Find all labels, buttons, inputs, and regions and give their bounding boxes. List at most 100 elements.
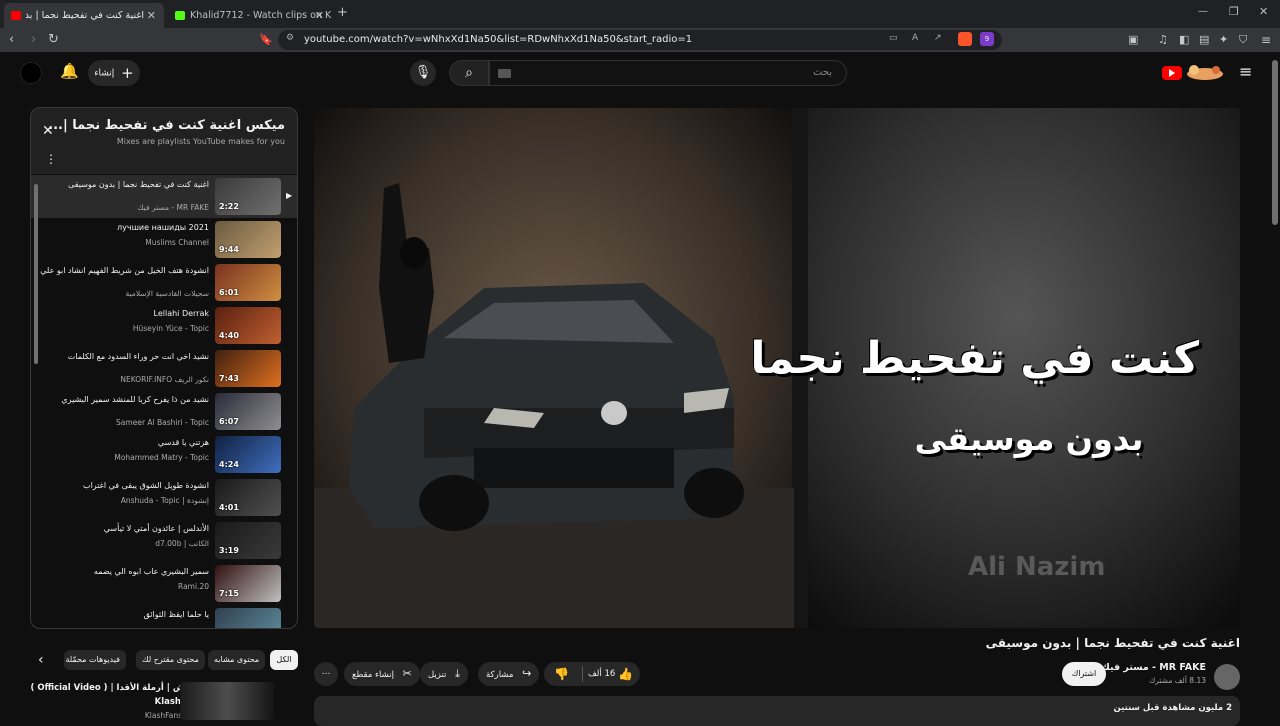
- playlist-item[interactable]: 4:01 انشودة طويل الشوق يبقى في اغتراب Ansh…: [31, 476, 297, 519]
- playlist-item[interactable]: 4:40 Lellahi Derrak Hüseyin Yüce - Topic: [31, 304, 297, 347]
- share-button[interactable]: مشاركة ↪: [478, 662, 540, 686]
- channel-avatar[interactable]: [1214, 664, 1240, 690]
- playlist-item-title: نشيد اخي انت حر وراء السدود مع الكلمات: [67, 352, 209, 361]
- view-count: 2 مليون مشاهدة قبل سنتين: [1113, 703, 1232, 713]
- notifications-icon[interactable]: 🔔: [60, 62, 79, 80]
- search-placeholder: بحث: [812, 67, 832, 78]
- close-window-icon[interactable]: ✕: [1259, 5, 1268, 18]
- more-actions-button[interactable]: ⋯: [314, 662, 338, 686]
- create-label: إنشاء: [94, 68, 115, 79]
- create-button[interactable]: إنشاء +: [88, 60, 140, 86]
- chip-all[interactable]: الكل: [270, 650, 298, 670]
- playlist-item-thumbnail[interactable]: [215, 608, 281, 628]
- playlist-item-duration: 2:22: [219, 202, 239, 211]
- download-icon: ⤓: [455, 667, 461, 680]
- playlist-item[interactable]: 7:15 سمير البشيري عاب ابوه الي يضمه Rami.2…: [31, 562, 297, 605]
- site-info-icon[interactable]: ⚙: [286, 33, 294, 43]
- playlist-item[interactable]: يا حلما ايقظ الثوائق: [31, 605, 297, 628]
- tab-kick[interactable]: Khalid7712 - Watch clips on Kick ✕: [168, 3, 332, 28]
- playlist-item-title: лучшие нашиды 2021: [117, 223, 209, 232]
- bookmark-icon[interactable]: 🔖: [259, 28, 273, 52]
- close-tab-icon[interactable]: ✕: [315, 9, 324, 22]
- search-input[interactable]: بحث: [489, 60, 847, 86]
- playlist-subtitle: Mixes are playlists YouTube makes for yo…: [116, 137, 285, 146]
- brave-rewards-icon[interactable]: 9: [980, 32, 994, 46]
- playlist-item-channel: سجيلات القادسية الإسلامية: [125, 289, 209, 298]
- menu-icon[interactable]: ≡: [1261, 28, 1271, 52]
- playlist-item[interactable]: ▶ 2:22 اغنية كنت في تفحيط نجما | بدون موسي…: [31, 175, 297, 218]
- playlist-item-duration: 4:01: [219, 503, 239, 512]
- reload-icon[interactable]: ↻: [48, 28, 59, 52]
- new-tab-button[interactable]: +: [337, 5, 348, 20]
- url-field[interactable]: ⚙ youtube.com/watch?v=wNhxXd1Na50&list=R…: [278, 30, 1002, 50]
- next-video-card[interactable]: كلاش | أرملة الأقدا | ( Official Video )…: [30, 680, 298, 720]
- playlist-item-title: انشودة طويل الشوق يبقى في اغتراب: [83, 481, 209, 490]
- plus-icon: +: [121, 64, 134, 82]
- like-button[interactable]: 👍: [618, 662, 633, 686]
- doodle-logo-icon[interactable]: [1184, 62, 1226, 82]
- page-scrollbar[interactable]: [1272, 60, 1278, 225]
- restore-icon[interactable]: ❐: [1229, 5, 1239, 18]
- share-label: مشاركة: [486, 670, 514, 680]
- guide-menu-icon[interactable]: ≡: [1239, 62, 1252, 81]
- playlist-title[interactable]: ميكس اغنية كنت في تفحيط نجما |...: [48, 118, 285, 133]
- next-video-title: كلاش | أرملة الأقدا | ( Official Video ): [30, 683, 196, 693]
- video-player[interactable]: كنت في تفحيط نجما بدون موسيقى Ali Nazim: [314, 108, 1240, 628]
- avatar[interactable]: [20, 62, 42, 84]
- forward-icon[interactable]: ›: [31, 28, 36, 52]
- cast-icon[interactable]: ▭: [889, 33, 898, 43]
- playlist-item-title: يا حلما ايقظ الثوائق: [143, 610, 209, 619]
- playlist-item[interactable]: 9:44 лучшие нашиды 2021 Muslims Channel: [31, 218, 297, 261]
- playlist-item-channel: Mohammed Matry - Topic: [114, 453, 209, 462]
- more-options-icon[interactable]: ⋮: [45, 152, 57, 166]
- dislike-button[interactable]: 👎: [554, 662, 569, 686]
- playlist-item[interactable]: 4:24 هزتني يا قدسي Mohammed Matry - Topic: [31, 433, 297, 476]
- chip-recent[interactable]: فيديوهات محمّلة مؤخرًا: [64, 650, 126, 670]
- share-icon[interactable]: ↗: [934, 33, 942, 43]
- subscribe-button[interactable]: اشتراك: [1062, 662, 1106, 686]
- playlist-item-channel: Hüseyin Yüce - Topic: [132, 324, 209, 333]
- playlist-item-channel: Sameer Al Bashiri - Topic: [116, 418, 209, 427]
- next-video-channel: Klash: [154, 697, 181, 707]
- playlist-item-title: سمير البشيري عاب ابوه الي يضمه: [93, 567, 209, 576]
- playlist-scrollbar[interactable]: [34, 184, 38, 364]
- playlist-item[interactable]: 6:01 انشودة هتف الخيل من شريط الفهيم انشا…: [31, 261, 297, 304]
- chips-scroll-left-icon[interactable]: ‹: [38, 652, 44, 668]
- minimize-icon[interactable]: —: [1198, 6, 1208, 17]
- download-button[interactable]: تنزيل ⤓: [420, 662, 469, 686]
- close-tab-icon[interactable]: ✕: [147, 9, 156, 22]
- playlist-item[interactable]: 3:19 الأندلس | عائدون أمتي لا تيأسي d7.00b…: [31, 519, 297, 562]
- tab-title: Khalid7712 - Watch clips on Kick: [190, 10, 332, 21]
- close-playlist-icon[interactable]: ✕: [42, 123, 54, 139]
- youtube-logo-icon[interactable]: [1162, 66, 1182, 80]
- video-overlay-subtitle: بدون موسيقى: [914, 420, 1144, 458]
- back-icon[interactable]: ‹: [9, 28, 14, 52]
- wallet-icon[interactable]: ▤: [1199, 28, 1209, 52]
- leo-icon[interactable]: ✦: [1219, 28, 1228, 52]
- keyboard-icon[interactable]: [498, 69, 511, 78]
- tab-youtube[interactable]: اغنية كنت في تفحيط نجما | بدون ✕: [4, 3, 164, 28]
- playlist-item-channel: NEKORIF.INFO نكور الريف: [120, 375, 209, 384]
- playlist-item-channel: Anshuda - Topic | إنشودة: [120, 496, 209, 505]
- playlist-item-duration: 6:01: [219, 288, 239, 297]
- like-dislike-group: 👎 16 ألف 👍: [544, 662, 640, 686]
- voice-search-button[interactable]: 🎙: [410, 60, 436, 86]
- playlist-item-duration: 7:15: [219, 589, 239, 598]
- brave-shields-icon[interactable]: [958, 32, 972, 46]
- chip-recommended[interactable]: محتوى مقترح لك: [136, 650, 205, 670]
- screenshot-icon[interactable]: ▣: [1128, 28, 1138, 52]
- media-icon[interactable]: ♫: [1158, 28, 1168, 52]
- clip-button[interactable]: إنشاء مقطع ✂: [344, 662, 420, 686]
- vpn-icon[interactable]: ⛉: [1239, 28, 1247, 52]
- share-arrow-icon: ↪: [522, 667, 532, 680]
- search-button[interactable]: ⌕: [449, 60, 489, 86]
- playlist-item[interactable]: 7:43 نشيد اخي انت حر وراء السدود مع الكلم…: [31, 347, 297, 390]
- video-watermark: Ali Nazim: [968, 552, 1106, 582]
- sidebar-icon[interactable]: ◧: [1179, 28, 1189, 52]
- description-box[interactable]: 2 مليون مشاهدة قبل سنتين: [314, 696, 1240, 726]
- playlist-item[interactable]: 6:07 نشيد من ذا يفرح كربا للمنشد سمير الب…: [31, 390, 297, 433]
- translate-icon[interactable]: A: [912, 33, 918, 43]
- chip-related[interactable]: محتوى مشابه: [208, 650, 266, 670]
- channel-name[interactable]: مستر فيك - MR FAKE: [1101, 662, 1206, 673]
- playlist-item-title: اغنية كنت في تفحيط نجما | بدون موسيقى: [68, 180, 209, 189]
